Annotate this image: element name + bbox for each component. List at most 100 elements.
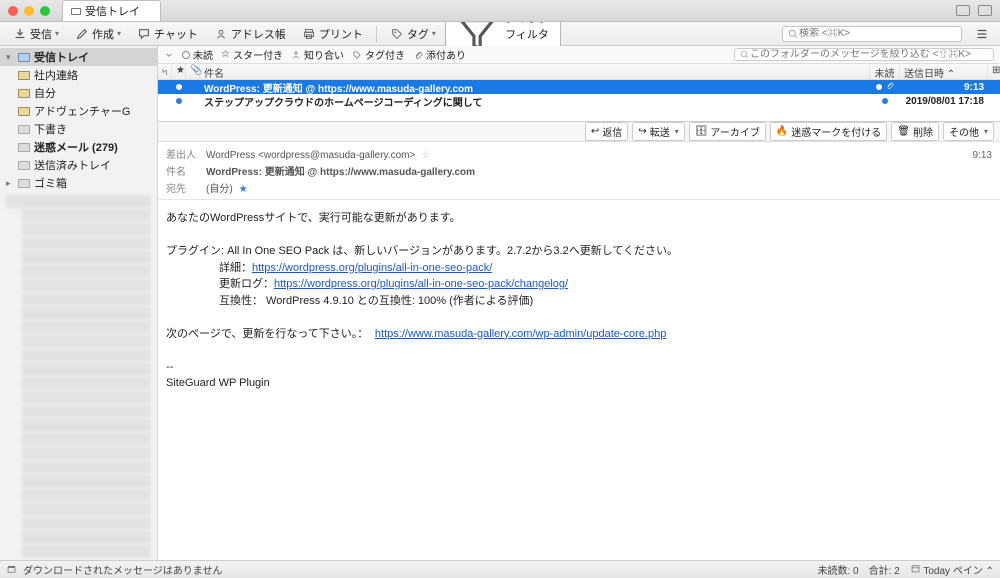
- main-toolbar: 受信▾ 作成▾ チャット アドレス帳 プリント タグ▾ クイックフィルター: [0, 22, 1000, 46]
- traffic-lights: [8, 6, 50, 16]
- filter-unread[interactable]: 未読: [182, 47, 213, 62]
- compose-button[interactable]: 作成▾: [68, 23, 128, 45]
- to-label: 宛先: [166, 180, 200, 195]
- folder-internal[interactable]: 社内連絡: [0, 66, 157, 84]
- search-icon: [739, 49, 750, 60]
- message-body: あなたのWordPressサイトで、実行可能な更新があります。 プラグイン: A…: [158, 200, 1000, 560]
- chat-icon: [137, 27, 151, 41]
- drafts-icon: [18, 125, 30, 134]
- folder-icon: [18, 89, 30, 98]
- calendar-icon: [910, 563, 921, 574]
- trash-icon: [18, 179, 30, 188]
- tag-button[interactable]: タグ▾: [383, 23, 443, 45]
- delete-button[interactable]: 🗑削除: [891, 122, 939, 141]
- print-button[interactable]: プリント: [295, 23, 370, 45]
- tag-icon: [352, 50, 362, 60]
- unread-indicator-icon: [876, 84, 882, 90]
- sent-icon: [18, 161, 30, 170]
- message-row[interactable]: WordPress: 更新通知 @ https://www.masuda-gal…: [158, 80, 1000, 94]
- get-mail-button[interactable]: 受信▾: [6, 23, 66, 45]
- filter-search-input[interactable]: [750, 49, 989, 60]
- changelog-link[interactable]: https://wordpress.org/plugins/all-in-one…: [274, 278, 568, 290]
- plugin-detail-link[interactable]: https://wordpress.org/plugins/all-in-one…: [252, 262, 492, 274]
- minimize-window-button[interactable]: [24, 6, 34, 16]
- app-menu-button[interactable]: [970, 24, 994, 44]
- tab-label: 受信トレイ: [85, 3, 140, 19]
- junk-icon: [18, 143, 30, 152]
- message-toolbar: ↩返信 ↪転送 🗄アーカイブ 🔥迷惑マークを付ける 🗑削除 その他: [158, 122, 1000, 142]
- filter-attachment[interactable]: 添付あり: [413, 47, 466, 62]
- col-picker[interactable]: ⊞: [988, 64, 1000, 79]
- fire-icon: 🔥: [776, 126, 788, 137]
- unread-indicator-icon: [882, 98, 888, 104]
- filter-contact[interactable]: 知り合い: [291, 47, 344, 62]
- window-menu-icon[interactable]: [978, 5, 992, 16]
- inbox-folder-icon: [18, 53, 30, 62]
- tab-inbox[interactable]: 受信トレイ: [62, 0, 161, 21]
- archive-button[interactable]: 🗄アーカイブ: [689, 122, 766, 141]
- sidebar-blurred-items: [0, 192, 157, 560]
- col-unread[interactable]: 未読: [870, 64, 900, 79]
- message-row[interactable]: ステップアップクラウドのホームページコーディングに関して 2019/08/01 …: [158, 94, 1000, 108]
- folder-drafts[interactable]: 下書き: [0, 120, 157, 138]
- message-time: 9:13: [973, 150, 992, 161]
- folder-adventure[interactable]: アドヴェンチャーG: [0, 102, 157, 120]
- unread-dot-icon: [182, 51, 190, 59]
- status-bar: ダウンロードされたメッセージはありません 未読数: 0 合計: 2 Today …: [0, 560, 1000, 578]
- archive-icon: 🗄: [695, 126, 708, 137]
- addressbook-icon: [214, 27, 228, 41]
- download-icon: [13, 27, 27, 41]
- quick-filter-bar: 未読 ☆スター付き 知り合い タグ付き 添付あり: [158, 46, 1000, 64]
- close-window-button[interactable]: [8, 6, 18, 16]
- filter-tagged[interactable]: タグ付き: [352, 47, 405, 62]
- addressbook-button[interactable]: アドレス帳: [207, 23, 293, 45]
- more-button[interactable]: その他: [943, 122, 994, 141]
- zoom-window-button[interactable]: [40, 6, 50, 16]
- filter-toggle-button[interactable]: [164, 50, 174, 60]
- filter-starred[interactable]: ☆スター付き: [221, 47, 283, 62]
- col-subject[interactable]: 件名: [200, 64, 870, 79]
- reply-icon: ↩: [591, 126, 599, 137]
- trash-icon: 🗑: [897, 126, 910, 137]
- mark-junk-button[interactable]: 🔥迷惑マークを付ける: [770, 122, 887, 141]
- inbox-icon: [71, 8, 81, 15]
- activity-icon: [6, 564, 17, 575]
- forward-button[interactable]: ↪転送: [632, 122, 684, 141]
- col-date[interactable]: 送信日時 ⌃: [900, 64, 988, 79]
- chat-button[interactable]: チャット: [130, 23, 205, 45]
- global-search-input[interactable]: [799, 28, 957, 39]
- folder-sent[interactable]: 送信済みトレイ: [0, 156, 157, 174]
- folder-self[interactable]: 自分: [0, 84, 157, 102]
- folder-junk[interactable]: 迷惑メール (279): [0, 138, 157, 156]
- folder-inbox[interactable]: ▾受信トレイ: [0, 48, 157, 66]
- filter-search[interactable]: [734, 48, 994, 61]
- forward-icon: ↪: [638, 126, 646, 137]
- hamburger-icon: [975, 27, 989, 41]
- person-icon: [291, 50, 301, 60]
- folder-sidebar: ▾受信トレイ 社内連絡 自分 アドヴェンチャーG 下書き 迷惑メール (279)…: [0, 46, 158, 560]
- col-thread[interactable]: ৸: [158, 64, 172, 79]
- global-search[interactable]: [782, 26, 962, 42]
- today-pane-button[interactable]: Today ペイン ⌃: [910, 562, 994, 577]
- search-icon: [787, 28, 799, 40]
- update-core-link[interactable]: https://www.masuda-gallery.com/wp-admin/…: [375, 328, 666, 340]
- subject-value: WordPress: 更新通知 @ https://www.masuda-gal…: [206, 163, 475, 178]
- paperclip-icon: [885, 81, 894, 90]
- star-recipient-button[interactable]: ★: [239, 184, 248, 195]
- window-layout-icon[interactable]: [956, 5, 970, 16]
- col-star[interactable]: ★: [172, 64, 186, 79]
- col-attach[interactable]: 📎: [186, 64, 200, 79]
- to-value: (自分): [206, 180, 233, 195]
- unread-indicator-icon: [176, 98, 182, 104]
- star-contact-button[interactable]: ☆: [421, 150, 430, 161]
- pencil-icon: [75, 27, 89, 41]
- reply-button[interactable]: ↩返信: [585, 122, 628, 141]
- folder-icon: [18, 107, 30, 116]
- titlebar: 受信トレイ: [0, 0, 1000, 22]
- folder-trash[interactable]: ▸ゴミ箱: [0, 174, 157, 192]
- from-label: 差出人: [166, 146, 200, 161]
- tag-icon: [390, 27, 404, 41]
- status-total: 合計: 2: [869, 562, 900, 577]
- status-text: ダウンロードされたメッセージはありません: [23, 562, 223, 577]
- subject-label: 件名: [166, 163, 200, 178]
